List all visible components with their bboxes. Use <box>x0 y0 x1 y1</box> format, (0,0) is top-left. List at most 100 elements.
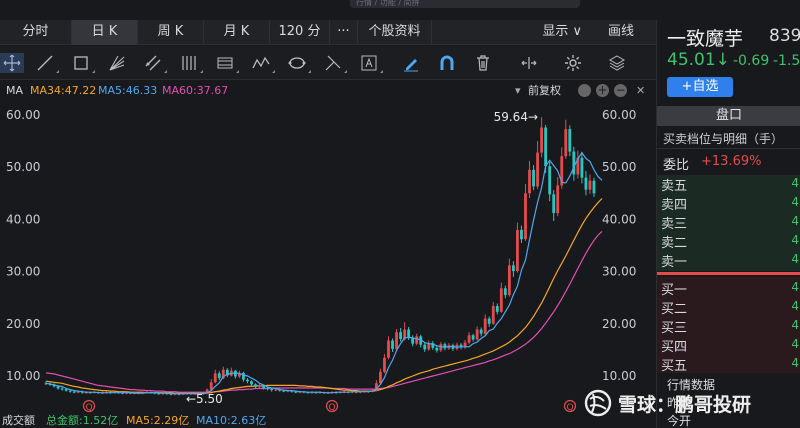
candle-body <box>435 347 439 351</box>
candle-body <box>72 391 76 393</box>
y-tick-label-right: 40.00 <box>602 212 636 226</box>
candle-body <box>536 152 539 187</box>
vertical-lines-icon[interactable] <box>178 53 203 73</box>
candle-body <box>495 306 499 312</box>
order-book-header: 买卖档位与明细（手） <box>663 132 784 146</box>
sell-4-label: 卖四 <box>661 198 688 213</box>
candle-body <box>254 384 257 387</box>
add-watchlist-button[interactable]: +自选 <box>667 77 733 97</box>
ma34-line <box>45 198 603 394</box>
parallel-channel-icon[interactable] <box>142 53 167 73</box>
tab-display[interactable]: 显示 ∨ <box>432 20 586 45</box>
candle-body <box>548 166 552 195</box>
buy-3-value: 4 <box>791 318 799 332</box>
sell-3-value: 4 <box>791 214 799 228</box>
candle-body <box>270 389 274 391</box>
ma-legend-bar: MA MA34:47.22 MA5:46.33 MA60:37.67 前复权 ▾… <box>0 81 656 101</box>
sell-3-label: 卖三 <box>661 217 688 232</box>
candle-body <box>520 229 523 240</box>
candle-body <box>423 344 427 350</box>
y-tick-label-right: 20.00 <box>602 317 636 331</box>
candle-body <box>507 265 511 296</box>
candle-body <box>217 373 221 379</box>
candle-body <box>499 288 503 312</box>
stock-change-pct: -1.5 <box>773 53 800 69</box>
crosshair-tool-icon[interactable] <box>0 53 24 73</box>
wave-tool-icon[interactable] <box>250 53 275 73</box>
buy-levels: 买一 4 买二 4 买三 4 买四 4 买五 4 <box>657 277 800 374</box>
rectangle-tool-icon[interactable] <box>70 53 95 73</box>
tab-order-book[interactable]: 盘口 <box>657 106 800 126</box>
watermark: 雪球：鹏哥投研 <box>584 386 794 420</box>
period-tab-bar: 分时 日 K 周 K 月 K 120 分 ··· 个股资料 显示 ∨ 画线 <box>0 20 656 45</box>
search-box[interactable]: 行情 / 功能 / 简拼 <box>350 0 580 8</box>
pen-icon[interactable] <box>400 53 422 73</box>
sell-1-label: 卖一 <box>661 255 688 270</box>
sell-2-label: 卖二 <box>661 236 688 251</box>
ma5-line <box>45 151 603 395</box>
sell-5-value: 4 <box>791 176 799 190</box>
candle-body <box>532 169 535 187</box>
candle-body <box>399 332 402 339</box>
magnet-icon[interactable] <box>436 53 458 73</box>
layers-icon[interactable] <box>606 53 628 73</box>
fan-tool-icon[interactable] <box>106 53 128 73</box>
settings-gear-icon[interactable] <box>578 84 591 97</box>
volume-legend-bar: 成交额 总金额:1.52亿 MA5:2.29亿 MA10:2.63亿 <box>0 413 656 428</box>
chevron-down-icon[interactable]: ▾ <box>515 81 521 101</box>
y-tick-label-right: 30.00 <box>602 265 636 279</box>
kline-svg[interactable]: 60.00 60.00 50.00 50.00 40.00 40.00 30.00 30.00… <box>0 101 656 413</box>
candle-body <box>274 389 278 391</box>
line-tool-icon[interactable] <box>34 53 59 73</box>
expand-horizontal-icon[interactable] <box>518 53 540 73</box>
y-tick-label-left: 30.00 <box>6 265 40 279</box>
volume-label: 成交额 <box>2 414 35 427</box>
tab-more[interactable]: ··· <box>330 20 358 45</box>
tab-timeshare[interactable]: 分时 <box>0 20 72 45</box>
candle-body <box>592 180 596 194</box>
max-price-annotation: 59.64→ <box>494 110 538 124</box>
tab-draw-line[interactable]: 画线 <box>586 20 656 45</box>
buy-2-value: 4 <box>791 299 799 313</box>
kline-chart[interactable]: 60.00 60.00 50.00 50.00 40.00 40.00 30.00 30.00… <box>0 101 656 413</box>
buy-2-label: 买二 <box>661 302 688 317</box>
event-marker-label: Q <box>567 403 574 413</box>
candle-body <box>475 329 479 340</box>
price-adjust-dropdown[interactable]: 前复权 <box>528 81 561 101</box>
tab-monthly-k[interactable]: 月 K <box>204 20 270 45</box>
search-input[interactable]: 行情 / 功能 / 简拼 <box>350 0 580 7</box>
buy-4-value: 4 <box>791 337 799 351</box>
event-marker-label: Q <box>329 403 336 413</box>
candle-body <box>258 385 261 387</box>
candle-body <box>588 180 592 190</box>
tab-daily-k[interactable]: 日 K <box>72 20 138 45</box>
tab-stock-profile[interactable]: 个股资料 <box>358 20 432 45</box>
candle-body <box>60 388 64 390</box>
text-tool-icon[interactable] <box>358 53 383 73</box>
volume-ma10: MA10:2.63亿 <box>196 414 267 427</box>
settings-gear-icon[interactable] <box>562 53 584 73</box>
candle-body <box>580 157 584 178</box>
tab-120min[interactable]: 120 分 <box>270 20 330 45</box>
trash-icon[interactable] <box>472 53 494 73</box>
candle-body <box>572 151 576 175</box>
y-tick-label-left: 60.00 <box>6 108 40 122</box>
candle-body <box>491 306 495 324</box>
pitchfork-tool-icon[interactable] <box>322 53 347 73</box>
buy-5-label: 买五 <box>661 359 688 374</box>
sell-1-value: 4 <box>791 252 799 266</box>
stock-code: 839 <box>769 26 800 46</box>
zoom-out-icon[interactable]: − <box>614 84 627 97</box>
stock-app: 行情 / 功能 / 简拼 分时 日 K 周 K 月 K 120 分 ··· 个股… <box>0 0 800 428</box>
candle-body <box>242 372 245 380</box>
candle-body <box>250 381 253 385</box>
zoom-in-icon[interactable]: + <box>596 84 609 97</box>
candle-body <box>487 318 491 324</box>
tab-weekly-k[interactable]: 周 K <box>138 20 204 45</box>
ellipse-tool-icon[interactable] <box>286 53 311 73</box>
candle-body <box>568 129 572 152</box>
candle-body <box>516 229 519 272</box>
gann-box-icon[interactable] <box>214 53 239 73</box>
buy-1-value: 4 <box>791 280 799 294</box>
close-icon[interactable]: ✕ <box>636 81 645 101</box>
